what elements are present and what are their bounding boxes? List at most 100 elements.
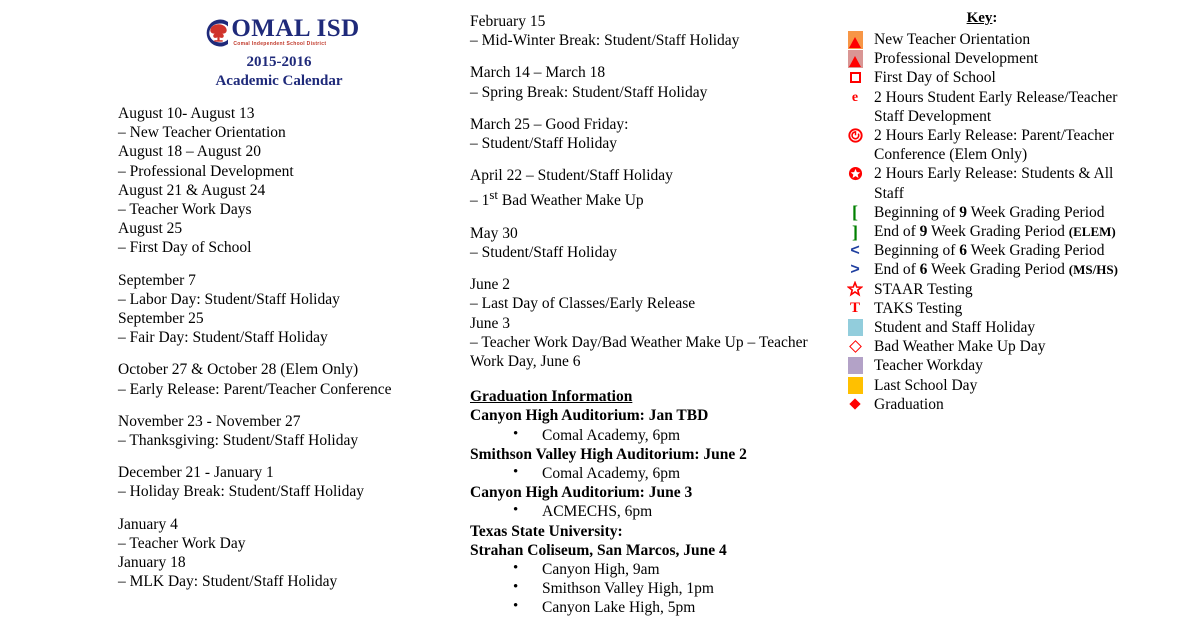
right-bracket-icon: ] (852, 221, 858, 242)
key-legend-label: End of 6 Week Grading Period (MS/HS) (874, 261, 1118, 279)
key-legend-row: Graduation (838, 395, 1186, 414)
key-legend-row: e 2 Hours Student Early Release/Teacher (838, 88, 1186, 107)
graduation-venue: Texas State University: (470, 522, 623, 540)
calendar-entry-line: – Thanksgiving: Student/Staff Holiday (118, 432, 359, 450)
red-diamond-filled-icon (838, 395, 872, 414)
calendar-entry-line: – MLK Day: Student/Staff Holiday (118, 573, 338, 591)
calendar-entry-line: – Early Release: Parent/Teacher Conferen… (118, 380, 392, 398)
masthead: OMAL ISD Comal Independent School Distri… (124, 0, 434, 90)
calendar-entry-line: – Mid-Winter Break: Student/Staff Holida… (470, 32, 740, 50)
calendar-entry-line: – Holiday Break: Student/Staff Holiday (118, 483, 364, 501)
calendar-entry-line: – New Teacher Orientation (118, 124, 286, 142)
graduation-venue: Canyon High Auditorium: Jan TBD (470, 407, 709, 425)
key-legend-list: New Teacher Orientation Professional Deve… (838, 30, 1186, 414)
graduation-venue: Strahan Coliseum, San Marcos, June 4 (470, 541, 727, 559)
key-legend-label: Teacher Workday (874, 357, 983, 375)
key-legend-row: Professional Development (838, 49, 1186, 68)
calendar-entry-line: – Last Day of Classes/Early Release (470, 295, 696, 313)
calendar-entry: June 2– Last Day of Classes/Early Releas… (470, 275, 820, 371)
calendar-entry: October 27 & October 28 (Elem Only) – Ear… (118, 360, 458, 398)
calendar-entry-line: March 14 – March 18 (470, 64, 606, 82)
key-legend-label: 2 Hours Student Early Release/Teacher (874, 88, 1118, 106)
bullet-icon: • (513, 579, 519, 596)
graduation-ceremony-item: • Canyon High, 9am (513, 560, 660, 579)
calendar-entry-line: – Labor Day: Student/Staff Holiday (118, 290, 340, 308)
left-column: OMAL ISD Comal Independent School Distri… (118, 0, 458, 591)
key-legend-row-continuation: Staff Development (838, 107, 1186, 126)
calendar-entry-line: May 30 (470, 224, 518, 242)
key-legend-row: First Day of School (838, 68, 1186, 87)
middle-column: February 15 – Mid-Winter Break: Student/S… (470, 0, 820, 618)
calendar-entry-line: November 23 - November 27 (118, 412, 301, 430)
letter-t-icon: T (849, 299, 860, 316)
key-legend-label: Graduation (874, 395, 944, 413)
purple-swatch-icon (838, 356, 872, 375)
bullet-icon: • (513, 502, 519, 519)
red-square-outline-icon (838, 68, 872, 87)
key-legend-label: New Teacher Orientation (874, 31, 1031, 48)
calendar-entry-line: September 25 (118, 310, 204, 328)
graduation-information-block: Graduation Information Canyon High Audito… (470, 387, 820, 617)
key-legend-label: 2 Hours Early Release: Students & All (874, 165, 1114, 183)
calendar-entry-line: – 1st Bad Weather Make Up (470, 187, 644, 210)
greater-than-icon: > (850, 260, 860, 278)
key-legend-row: New Teacher Orientation (838, 30, 1186, 49)
ordinal-suffix: st (489, 187, 498, 203)
key-legend-row: ] End of 9 Week Grading Period (ELEM) (838, 222, 1186, 241)
graduation-ceremony-item: • Comal Academy, 6pm (513, 464, 681, 483)
calendar-entry-line: August 18 – August 20 (118, 143, 261, 161)
star-outline-icon (838, 280, 872, 299)
graduation-ceremony-item: • ACMECHS, 6pm (513, 502, 653, 521)
calendar-entry-line: August 21 & August 24 (118, 181, 266, 199)
less-than-icon: < (850, 241, 860, 259)
red-diamond-outline-icon (838, 337, 872, 356)
calendar-entry-line: – Teacher Work Days (118, 201, 252, 219)
calendar-entry-line: January 18 (118, 554, 186, 572)
rose-triangle-icon (838, 49, 872, 68)
key-legend-label: STAAR Testing (874, 280, 973, 298)
key-legend-label: Beginning of 9 Week Grading Period (874, 203, 1105, 221)
key-legend-label-continued: Staff (874, 184, 904, 202)
key-label-emphasis: 6 (919, 261, 928, 279)
key-legend-label: 2 Hours Early Release: Parent/Teacher (874, 127, 1114, 145)
calendar-entry-line: – Student/Staff Holiday (470, 135, 617, 153)
key-legend-row: Bad Weather Make Up Day (838, 337, 1186, 356)
key-legend-row: 2 Hours Early Release: Parent/Teacher (838, 126, 1186, 145)
calendar-entry-line: August 10- August 13 (118, 105, 255, 122)
bullet-icon: • (513, 425, 519, 442)
calendar-entry: September 7– Labor Day: Student/Staff Ho… (118, 271, 458, 348)
power-circle-icon (838, 126, 872, 145)
calendar-subtitle: Academic Calendar (215, 73, 343, 89)
key-legend-label: Student and Staff Holiday (874, 319, 1036, 337)
calendar-entry-line: – Professional Development (118, 162, 294, 180)
calendar-entry-line: – Teacher Work Day/Bad Weather Make Up –… (470, 333, 808, 370)
key-legend-label: First Day of School (874, 69, 996, 87)
graduation-ceremony-item: • Smithson Valley High, 1pm (513, 579, 714, 598)
key-heading-colon: : (992, 10, 998, 26)
calendar-entry-line: December 21 - January 1 (118, 464, 274, 482)
calendar-entry: November 23 - November 27 – Thanksgiving:… (118, 412, 458, 450)
key-legend-row: Last School Day (838, 376, 1186, 395)
key-legend-label: Beginning of 6 Week Grading Period (874, 242, 1105, 260)
key-legend-row: STAAR Testing (838, 280, 1186, 299)
key-legend-label-continued: Conference (Elem Only) (874, 146, 1028, 164)
calendar-page: OMAL ISD Comal Independent School Distri… (0, 0, 1192, 616)
calendar-entry-line: June 2 (470, 276, 511, 294)
calendar-entry-line: – First Day of School (118, 239, 252, 257)
key-label-tag: (ELEM) (1068, 224, 1116, 240)
calendar-entry: March 25 – Good Friday: – Student/Staff H… (470, 115, 820, 153)
middle-entry-list: February 15 – Mid-Winter Break: Student/S… (470, 0, 820, 371)
key-label-tag: (MS/HS) (1068, 262, 1118, 278)
orange-triangle-icon (838, 30, 872, 49)
star-circle-icon (838, 164, 872, 183)
key-legend-label: End of 9 Week Grading Period (ELEM) (874, 223, 1116, 241)
key-legend-row-continuation: Staff (838, 184, 1186, 203)
calendar-entry-line: June 3 (470, 314, 511, 332)
key-legend-label-continued: Staff Development (874, 107, 992, 125)
calendar-entry: August 10- August 13 – New Teacher Orient… (118, 104, 458, 258)
key-label-emphasis: 9 (959, 203, 967, 221)
key-legend-row: 2 Hours Early Release: Students & All (838, 164, 1186, 183)
left-bracket-icon: [ (852, 202, 858, 223)
amber-swatch-icon (838, 376, 872, 395)
key-legend-row: T TAKS Testing (838, 299, 1186, 318)
